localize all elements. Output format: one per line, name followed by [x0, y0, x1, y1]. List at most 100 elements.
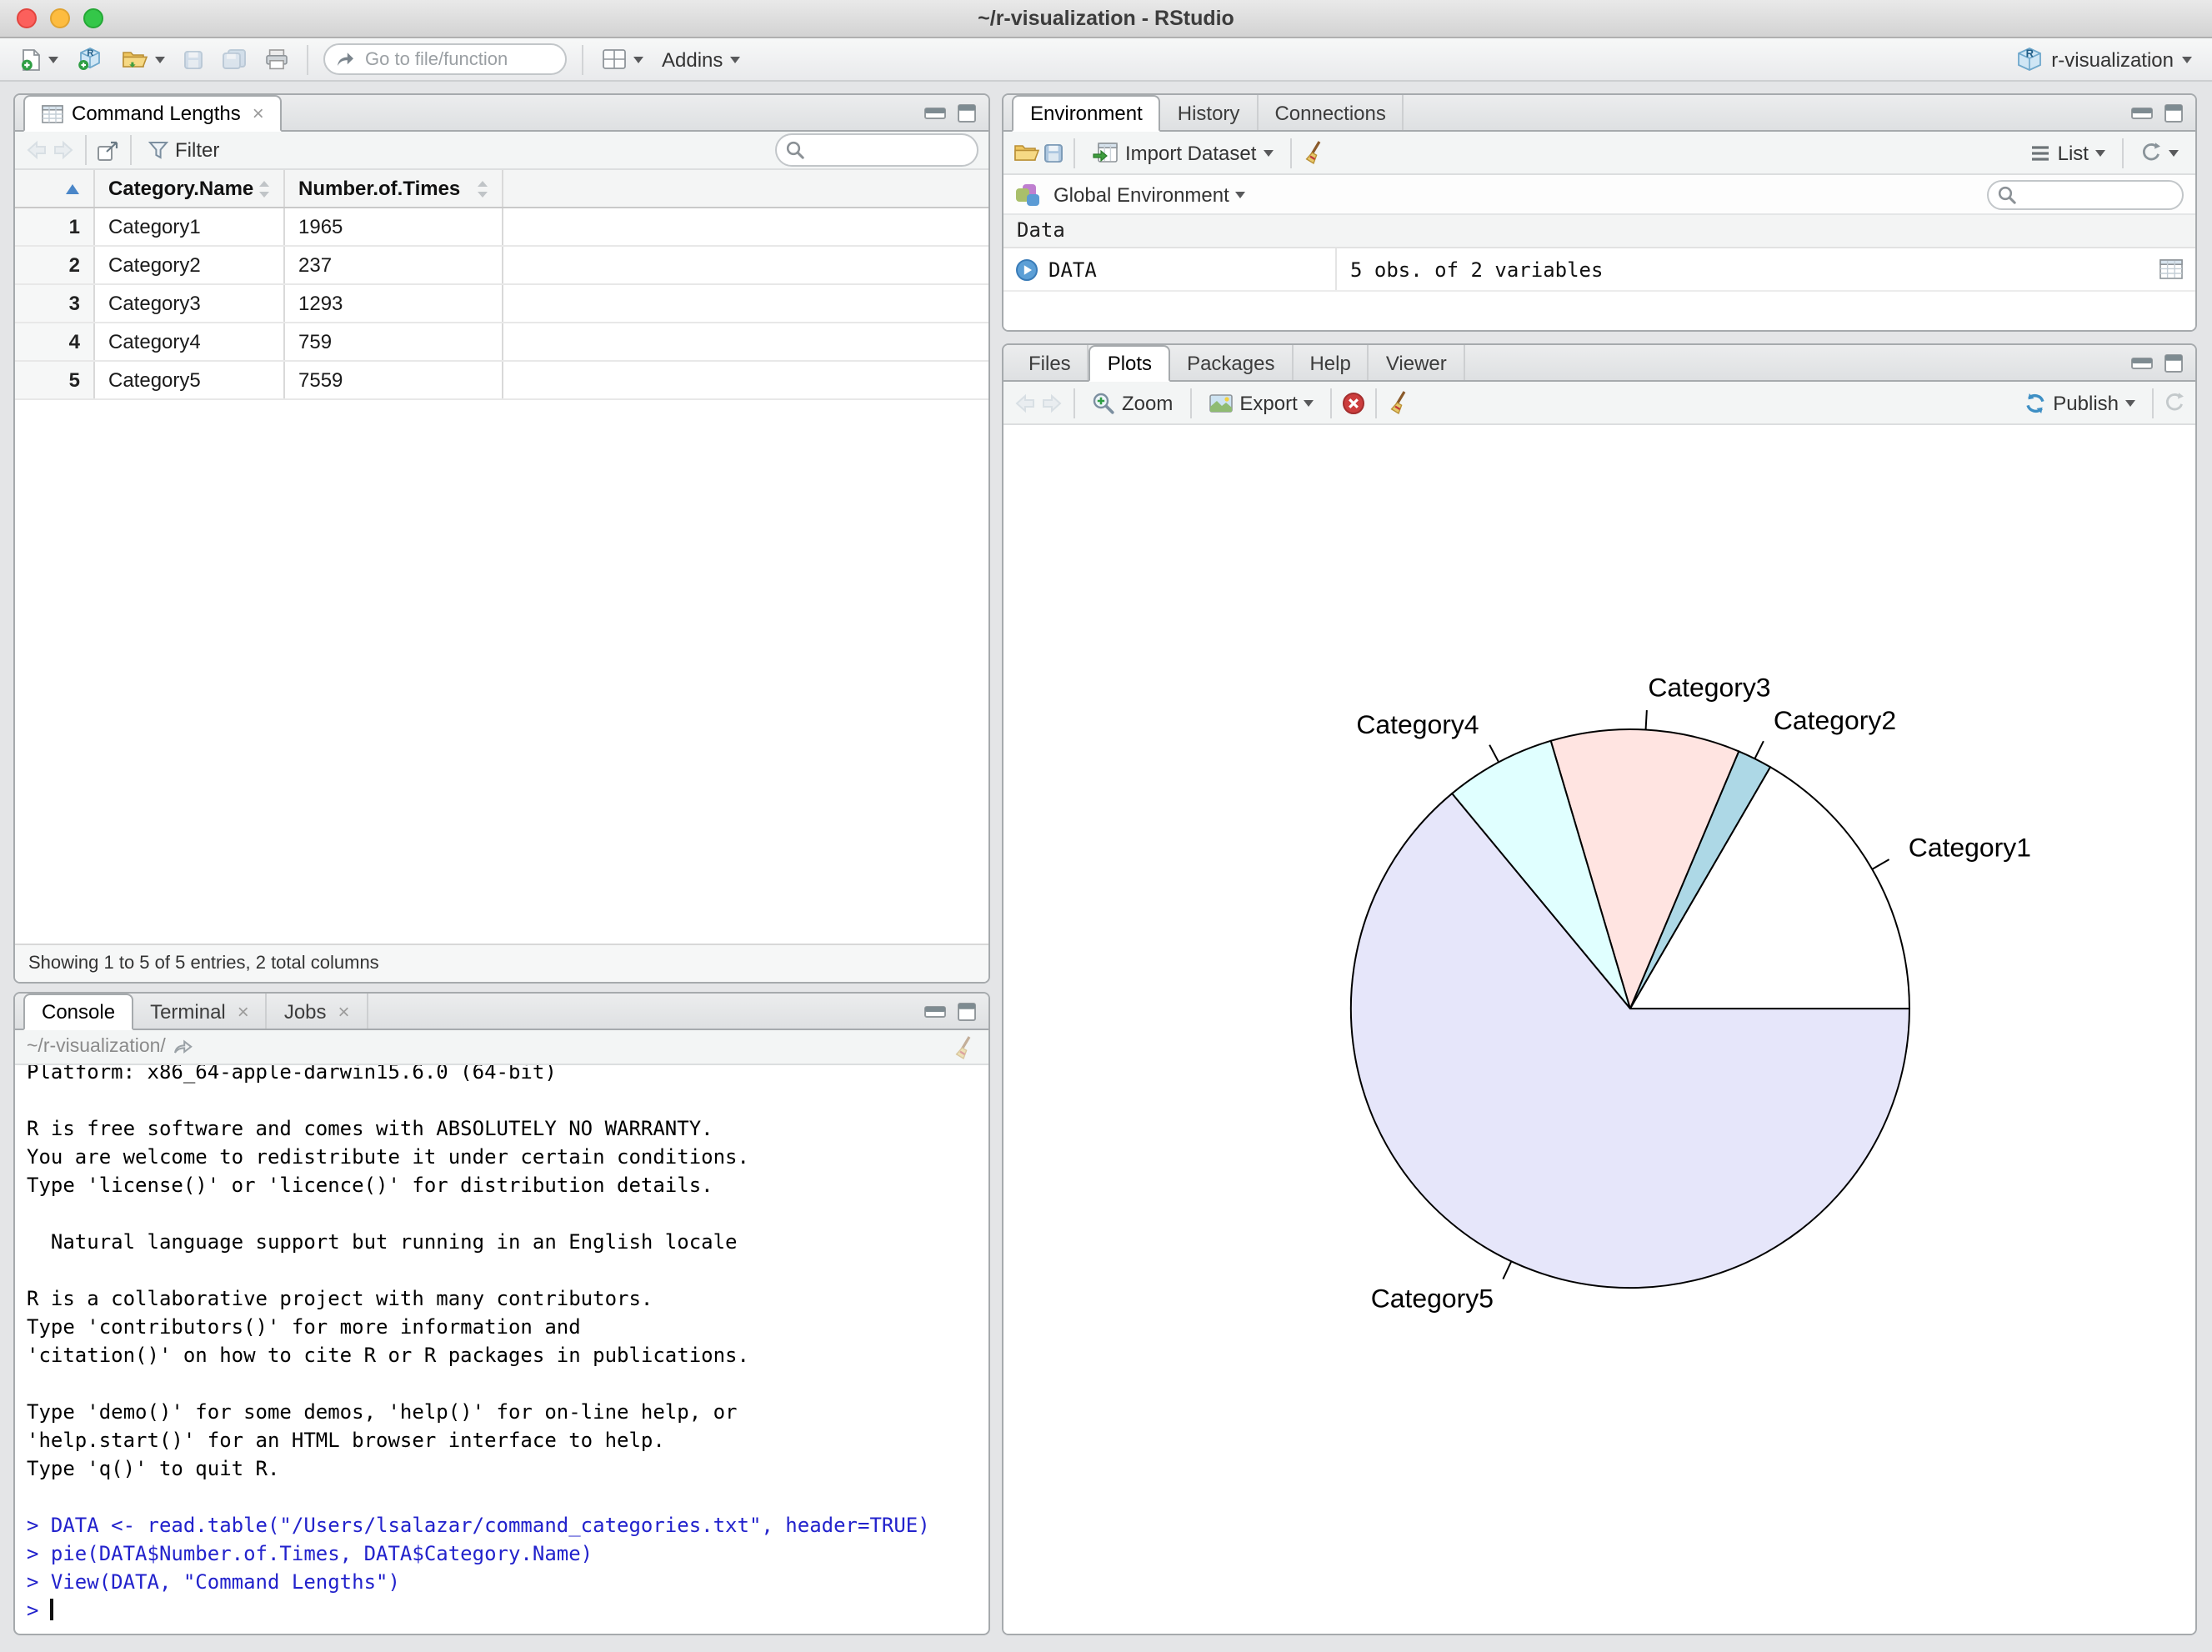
object-value: 5 obs. of 2 variables	[1350, 258, 1604, 281]
table-cell: Category2	[95, 247, 285, 283]
new-project-button[interactable]: R	[70, 41, 110, 78]
table-cell: 7559	[285, 362, 503, 398]
pie-label-tick	[1754, 740, 1764, 759]
table-header: Category.Name Number.of.Times	[15, 170, 988, 208]
filter-button[interactable]: Filter	[142, 132, 226, 168]
new-file-button[interactable]	[13, 41, 65, 78]
viewer-search	[775, 133, 978, 167]
save-button[interactable]	[177, 41, 210, 78]
table-row[interactable]: 1 Category1 1965	[15, 208, 988, 247]
minimize-pane-icon[interactable]	[923, 106, 947, 119]
save-workspace-icon[interactable]	[1043, 143, 1063, 163]
refresh-environment-button[interactable]	[2134, 134, 2185, 171]
next-plot-icon[interactable]	[1040, 393, 1063, 413]
tab-files[interactable]: Files	[1012, 345, 1089, 380]
minimize-pane-icon[interactable]	[2130, 356, 2154, 369]
environment-search	[1987, 179, 2184, 209]
console-output-line: R is free software and comes with ABSOLU…	[27, 1117, 713, 1140]
list-label: List	[2057, 141, 2089, 164]
viewer-search-input[interactable]	[775, 133, 978, 167]
tab-connections[interactable]: Connections	[1258, 95, 1404, 130]
project-selector[interactable]: R r-visualization	[2008, 41, 2199, 78]
chevron-down-icon	[1235, 191, 1246, 198]
clear-console-broom-icon[interactable]	[952, 1034, 977, 1059]
console-output-line: 'help.start()' for an HTML browser inter…	[27, 1429, 665, 1452]
publish-label: Publish	[2053, 391, 2119, 414]
close-tab-icon[interactable]: ×	[253, 103, 264, 123]
table-row[interactable]: 3 Category3 1293	[15, 285, 988, 323]
tab-jobs[interactable]: Jobs ×	[268, 994, 368, 1029]
list-icon	[2032, 145, 2049, 160]
list-view-button[interactable]: List	[2024, 134, 2112, 171]
text-cursor[interactable]	[50, 1599, 53, 1620]
tab-command-lengths[interactable]: Command Lengths ×	[23, 95, 283, 132]
filter-label: Filter	[175, 138, 220, 162]
tab-environment[interactable]: Environment	[1012, 95, 1161, 132]
tab-history[interactable]: History	[1161, 95, 1259, 130]
console-input-line: > DATA <- read.table("/Users/lsalazar/co…	[27, 1514, 930, 1537]
minimize-pane-icon[interactable]	[2130, 106, 2154, 119]
zoom-window-button[interactable]	[83, 8, 103, 28]
console-output[interactable]: Platform: x86_64-apple-darwin15.6.0 (64-…	[15, 1065, 988, 1634]
view-table-icon[interactable]	[2159, 258, 2184, 280]
working-directory: ~/r-visualization/	[27, 1037, 166, 1057]
maximize-pane-icon[interactable]	[957, 103, 977, 123]
minimize-pane-icon[interactable]	[923, 1004, 947, 1018]
console-tabstrip: Console Terminal × Jobs ×	[15, 994, 988, 1030]
close-tab-icon[interactable]: ×	[238, 1001, 249, 1021]
import-dataset-icon	[1093, 143, 1118, 163]
maximize-pane-icon[interactable]	[2164, 353, 2184, 373]
column-header-number-of-times[interactable]: Number.of.Times	[285, 170, 503, 207]
row-number-header[interactable]	[15, 170, 95, 207]
scope-selector[interactable]: Global Environment	[1050, 176, 1249, 213]
console-output-line: Platform: x86_64-apple-darwin15.6.0 (64-…	[27, 1065, 557, 1084]
pie-label: Category3	[1648, 672, 1770, 702]
tab-packages[interactable]: Packages	[1170, 345, 1294, 380]
previous-plot-icon[interactable]	[1013, 393, 1037, 413]
console-output-line: Type 'demo()' for some demos, 'help()' f…	[27, 1400, 738, 1424]
table-cell: 1293	[285, 285, 503, 322]
maximize-pane-icon[interactable]	[2164, 103, 2184, 123]
pane-layout-button[interactable]	[595, 41, 650, 78]
minimize-window-button[interactable]	[50, 8, 70, 28]
close-tab-icon[interactable]: ×	[338, 1001, 350, 1021]
import-dataset-button[interactable]: Import Dataset	[1085, 134, 1279, 171]
table-row[interactable]: 2 Category2 237	[15, 247, 988, 285]
expand-object-icon[interactable]	[1015, 258, 1038, 281]
show-in-folder-icon[interactable]	[174, 1039, 194, 1055]
save-all-icon	[223, 49, 246, 69]
save-all-button[interactable]	[215, 41, 253, 78]
addins-button[interactable]: Addins	[655, 41, 746, 78]
tab-plots[interactable]: Plots	[1088, 345, 1171, 382]
export-plot-button[interactable]: Export	[1201, 384, 1320, 421]
print-button[interactable]	[258, 41, 295, 78]
pie-label-tick	[1644, 710, 1648, 730]
clear-plots-broom-icon[interactable]	[1388, 390, 1413, 415]
publish-button[interactable]: Publish	[2016, 384, 2142, 421]
clear-environment-broom-icon[interactable]	[1301, 140, 1326, 165]
tab-help[interactable]: Help	[1293, 345, 1369, 380]
table-row[interactable]: 5 Category5 7559	[15, 362, 988, 400]
open-file-button[interactable]	[115, 41, 172, 78]
tab-viewer[interactable]: Viewer	[1369, 345, 1465, 380]
back-icon[interactable]	[25, 140, 48, 160]
forward-icon[interactable]	[52, 140, 75, 160]
tab-terminal[interactable]: Terminal ×	[133, 994, 268, 1029]
zoom-label: Zoom	[1122, 391, 1174, 414]
table-row[interactable]: 4 Category4 759	[15, 323, 988, 362]
pie-label: Category1	[1909, 833, 2031, 863]
refresh-plot-icon[interactable]	[2164, 392, 2185, 413]
open-in-new-window-icon[interactable]	[97, 139, 120, 161]
close-window-button[interactable]	[17, 8, 37, 28]
maximize-pane-icon[interactable]	[957, 1001, 977, 1021]
environment-object-row[interactable]: DATA 5 obs. of 2 variables	[1003, 248, 2195, 292]
zoom-plot-button[interactable]: Zoom	[1085, 384, 1179, 421]
load-workspace-icon[interactable]	[1013, 142, 1040, 163]
table-icon	[42, 104, 63, 123]
column-header-category-name[interactable]: Category.Name	[95, 170, 285, 207]
remove-plot-icon[interactable]	[1343, 391, 1366, 414]
tab-console[interactable]: Console	[23, 994, 134, 1030]
goto-file-input[interactable]	[323, 43, 567, 76]
